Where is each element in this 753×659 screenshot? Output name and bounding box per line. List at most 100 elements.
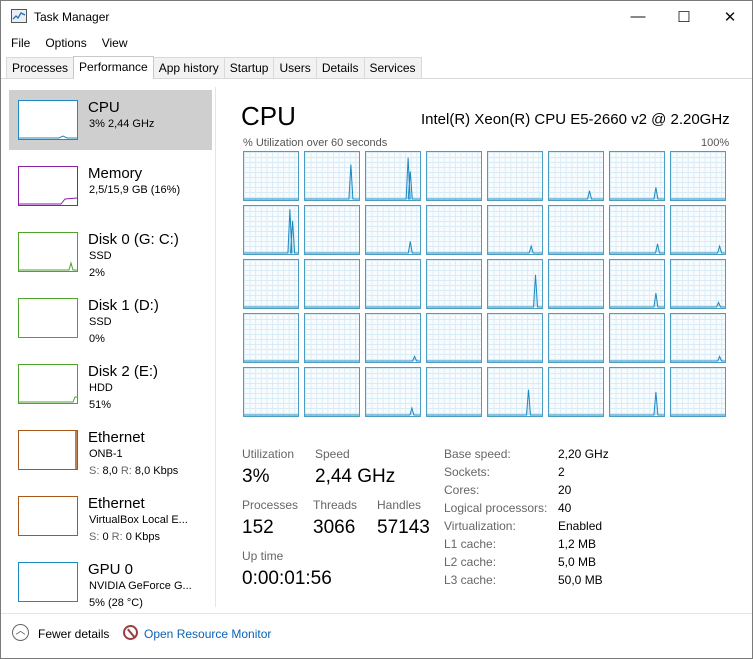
logical-processor-graph [548, 151, 604, 201]
logical-processor-graph [609, 259, 665, 309]
logical-processor-graph [548, 367, 604, 417]
logical-processor-graph [609, 151, 665, 201]
logical-processor-graph [426, 313, 482, 363]
logical-processor-graph [548, 313, 604, 363]
tab-users[interactable]: Users [273, 57, 317, 79]
sidebar-item-title: Ethernet [88, 495, 145, 512]
disk-0-thumbnail-graph [18, 232, 78, 272]
logical-processor-graph [487, 313, 543, 363]
logical-processors-value: 40 [558, 501, 572, 515]
threads-value: 3066 [313, 517, 356, 538]
menu-file[interactable]: File [6, 33, 35, 53]
sidebar-item-detail: 2,5/15,9 GB (16%) [89, 184, 181, 196]
sidebar-item-disk-1[interactable]: Disk 1 (D:) SSD 0% [9, 288, 212, 348]
logical-processor-graph [365, 313, 421, 363]
task-manager-icon [11, 9, 27, 23]
sidebar-item-title: Disk 2 (E:) [88, 363, 159, 380]
sidebar-item-ethernet-onb[interactable]: Ethernet ONB-1 S: 8,0 R: 8,0 Kbps [9, 420, 212, 480]
memory-thumbnail-graph [18, 166, 78, 206]
l2-cache-value: 5,0 MB [558, 555, 597, 569]
uptime-label: Up time [242, 549, 284, 563]
logical-processor-graph [548, 205, 604, 255]
logical-processor-graph [609, 367, 665, 417]
logical-processor-graph [487, 151, 543, 201]
chevron-up-icon[interactable]: ︿ [12, 624, 29, 641]
menu-bar: File Options View [1, 33, 133, 53]
base-speed-value: 2,20 GHz [558, 447, 609, 461]
sockets-value: 2 [558, 465, 565, 479]
minimize-button[interactable]: — [615, 1, 661, 32]
ethernet-thumbnail-graph [18, 496, 78, 536]
handles-label: Handles [377, 498, 422, 512]
fewer-details-button[interactable]: Fewer details [38, 627, 109, 641]
sidebar-item-disk-2[interactable]: Disk 2 (E:) HDD 51% [9, 354, 212, 414]
sidebar-item-disk-0[interactable]: Disk 0 (G: C:) SSD 2% [9, 222, 212, 282]
disk-1-thumbnail-graph [18, 298, 78, 338]
sidebar-divider [215, 87, 216, 607]
logical-processor-graph [670, 205, 726, 255]
tab-processes[interactable]: Processes [6, 57, 75, 79]
tab-app-history[interactable]: App history [152, 57, 225, 79]
logical-processor-graph [609, 313, 665, 363]
l1-cache-value: 1,2 MB [558, 537, 597, 551]
sidebar-item-usage: 51% [89, 399, 112, 411]
sidebar-item-ethernet-virtualbox[interactable]: Ethernet VirtualBox Local E... S: 0 R: 0… [9, 486, 212, 546]
gpu-thumbnail-graph [18, 562, 78, 602]
logical-processor-graph [670, 259, 726, 309]
logical-processor-graph [243, 259, 299, 309]
tab-services[interactable]: Services [363, 57, 422, 79]
sidebar-item-detail: VirtualBox Local E... [89, 514, 188, 526]
cores-value: 20 [558, 483, 572, 497]
logical-processor-graph [243, 205, 299, 255]
menu-view[interactable]: View [97, 33, 133, 53]
maximize-button[interactable]: ☐ [661, 1, 707, 32]
speed-value: 2,44 GHz [315, 466, 396, 487]
logical-processor-graph [243, 151, 299, 201]
threads-label: Threads [313, 498, 358, 512]
sidebar-item-detail: NVIDIA GeForce G... [89, 580, 192, 592]
graph-max-label: 100% [701, 137, 730, 149]
logical-processors-label: Logical processors: [444, 501, 548, 515]
cpu-model-name: Intel(R) Xeon(R) CPU E5-2660 v2 @ 2.20GH… [421, 111, 730, 128]
menu-options[interactable]: Options [40, 33, 91, 53]
resource-monitor-icon [123, 625, 138, 640]
sidebar-item-cpu[interactable]: CPU 3% 2,44 GHz [9, 90, 212, 150]
sidebar-item-detail: 3% 2,44 GHz [89, 118, 155, 130]
logical-processor-graph [548, 259, 604, 309]
sidebar-item-throughput: S: 8,0 R: 8,0 Kbps [89, 465, 179, 477]
logical-processor-graph [365, 367, 421, 417]
logical-processor-graph [365, 205, 421, 255]
logical-processor-graph [426, 151, 482, 201]
logical-processor-graph [365, 151, 421, 201]
task-manager-window: Task Manager — ☐ ✕ File Options View Pro… [0, 0, 753, 659]
logical-processor-graph [304, 151, 360, 201]
footer-divider [1, 613, 752, 614]
sidebar-item-usage: 5% (28 °C) [89, 597, 143, 609]
tab-details[interactable]: Details [315, 57, 365, 79]
tab-startup[interactable]: Startup [223, 57, 275, 79]
logical-processor-graph [243, 313, 299, 363]
sidebar-item-usage: 2% [89, 267, 105, 279]
logical-processor-graph [426, 259, 482, 309]
processes-value: 152 [242, 517, 274, 538]
close-button[interactable]: ✕ [707, 1, 753, 32]
ethernet-thumbnail-graph [18, 430, 78, 470]
logical-processor-graph [670, 313, 726, 363]
virtualization-value: Enabled [558, 519, 603, 533]
logical-processor-graph [487, 259, 543, 309]
sidebar-item-detail: HDD [89, 382, 113, 394]
page-title: CPU [241, 101, 296, 131]
logical-processor-graph [304, 313, 360, 363]
open-resource-monitor-link[interactable]: Open Resource Monitor [144, 627, 271, 641]
tab-bar: Processes Performance App history Startu… [6, 56, 422, 79]
uptime-value: 0:00:01:56 [242, 568, 332, 589]
sidebar-item-title: CPU [88, 99, 120, 116]
logical-processor-graph [365, 259, 421, 309]
title-bar[interactable]: Task Manager — ☐ ✕ [1, 1, 752, 32]
tab-performance[interactable]: Performance [73, 56, 154, 79]
sidebar-item-gpu-0[interactable]: GPU 0 NVIDIA GeForce G... 5% (28 °C) [9, 552, 212, 612]
logical-processor-graph [487, 367, 543, 417]
logical-processor-graph [243, 367, 299, 417]
logical-processor-graph [670, 151, 726, 201]
sidebar-item-memory[interactable]: Memory 2,5/15,9 GB (16%) [9, 156, 212, 216]
